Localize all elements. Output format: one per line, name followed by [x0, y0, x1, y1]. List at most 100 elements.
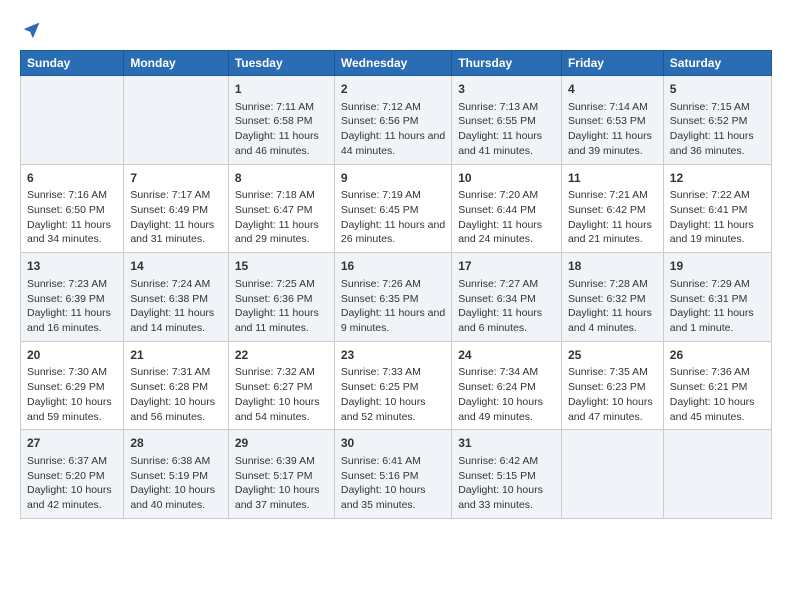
- calendar-cell: 17Sunrise: 7:27 AMSunset: 6:34 PMDayligh…: [452, 253, 562, 342]
- sunset-text: Sunset: 6:24 PM: [458, 381, 536, 393]
- sunrise-text: Sunrise: 7:21 AM: [568, 189, 648, 201]
- calendar-cell: 23 Sunrise: 7:33 AM Sunset: 6:25 PM Dayligh…: [334, 341, 451, 430]
- daylight-text: Daylight: 11 hours and 44 minutes.: [341, 130, 445, 157]
- sunrise-text: Sunrise: 7:17 AM: [130, 189, 210, 201]
- day-number: 29: [235, 435, 328, 452]
- sunrise-text: Sunrise: 7:15 AM: [670, 101, 750, 113]
- calendar-cell: 13Sunrise: 7:23 AMSunset: 6:39 PMDayligh…: [21, 253, 124, 342]
- sunset-text: Sunset: 5:16 PM: [341, 470, 419, 482]
- calendar-cell: 29Sunrise: 6:39 AMSunset: 5:17 PMDayligh…: [228, 430, 334, 519]
- header-saturday: Saturday: [663, 51, 771, 76]
- calendar-cell: 2Sunrise: 7:12 AMSunset: 6:56 PMDaylight…: [334, 76, 451, 165]
- calendar-week-1: 1Sunrise: 7:11 AMSunset: 6:58 PMDaylight…: [21, 76, 772, 165]
- sunrise-text: Sunrise: 7:26 AM: [341, 278, 421, 290]
- daylight-text: Daylight: 10 hours and 45 minutes.: [670, 396, 755, 423]
- calendar-cell: 9Sunrise: 7:19 AMSunset: 6:45 PMDaylight…: [334, 164, 451, 253]
- sunrise-text: Sunrise: 7:14 AM: [568, 101, 648, 113]
- daylight-text: Daylight: 11 hours and 4 minutes.: [568, 307, 652, 334]
- calendar-cell: 7Sunrise: 7:17 AMSunset: 6:49 PMDaylight…: [124, 164, 229, 253]
- calendar-header-row: SundayMondayTuesdayWednesdayThursdayFrid…: [21, 51, 772, 76]
- day-number: 14: [130, 258, 222, 275]
- calendar-cell: 22Sunrise: 7:32 AMSunset: 6:27 PMDayligh…: [228, 341, 334, 430]
- day-number: 23: [341, 347, 445, 364]
- day-number: 5: [670, 81, 765, 98]
- calendar-cell: [124, 76, 229, 165]
- day-number: 17: [458, 258, 555, 275]
- day-number: 7: [130, 170, 222, 187]
- day-number: 8: [235, 170, 328, 187]
- daylight-text: Daylight: 10 hours and 54 minutes.: [235, 396, 320, 423]
- sunset-text: Sunset: 5:20 PM: [27, 470, 105, 482]
- sunset-text: Sunset: 5:17 PM: [235, 470, 313, 482]
- sunset-text: Sunset: 6:25 PM: [341, 381, 419, 393]
- day-number: 25: [568, 347, 657, 364]
- day-number: 18: [568, 258, 657, 275]
- sunrise-text: Sunrise: 6:42 AM: [458, 455, 538, 467]
- daylight-text: Daylight: 11 hours and 36 minutes.: [670, 130, 754, 157]
- daylight-text: Daylight: 10 hours and 35 minutes.: [341, 484, 426, 511]
- day-number: 26: [670, 347, 765, 364]
- day-number: 13: [27, 258, 117, 275]
- sunrise-text: Sunrise: 6:39 AM: [235, 455, 315, 467]
- sunrise-text: Sunrise: 7:27 AM: [458, 278, 538, 290]
- sunset-text: Sunset: 6:29 PM: [27, 381, 105, 393]
- day-number: 9: [341, 170, 445, 187]
- day-number: 30: [341, 435, 445, 452]
- sunset-text: Sunset: 6:41 PM: [670, 204, 748, 216]
- sunset-text: Sunset: 6:36 PM: [235, 293, 313, 305]
- sunrise-text: Sunrise: 7:36 AM: [670, 366, 750, 378]
- day-number: 28: [130, 435, 222, 452]
- daylight-text: Daylight: 10 hours and 56 minutes.: [130, 396, 215, 423]
- sunrise-text: Sunrise: 7:33 AM: [341, 366, 421, 378]
- sunrise-text: Sunrise: 7:25 AM: [235, 278, 315, 290]
- sunset-text: Sunset: 6:45 PM: [341, 204, 419, 216]
- daylight-text: Daylight: 11 hours and 16 minutes.: [27, 307, 111, 334]
- day-number: 24: [458, 347, 555, 364]
- calendar-cell: 5 Sunrise: 7:15 AM Sunset: 6:52 PM Daylight…: [663, 76, 771, 165]
- logo: [20, 20, 42, 40]
- day-number: 1: [235, 81, 328, 98]
- sunset-text: Sunset: 5:19 PM: [130, 470, 208, 482]
- sunrise-text: Sunrise: 7:34 AM: [458, 366, 538, 378]
- sunrise-text: Sunrise: 7:13 AM: [458, 101, 538, 113]
- calendar-cell: [21, 76, 124, 165]
- day-number: 2: [341, 81, 445, 98]
- calendar-cell: 16Sunrise: 7:26 AMSunset: 6:35 PMDayligh…: [334, 253, 451, 342]
- calendar-cell: 30Sunrise: 6:41 AMSunset: 5:16 PMDayligh…: [334, 430, 451, 519]
- sunrise-text: Sunrise: 7:30 AM: [27, 366, 107, 378]
- daylight-text: Daylight: 10 hours and 59 minutes.: [27, 396, 112, 423]
- header-thursday: Thursday: [452, 51, 562, 76]
- day-number: 27: [27, 435, 117, 452]
- sunset-text: Sunset: 6:47 PM: [235, 204, 313, 216]
- sunrise-text: Sunrise: 7:23 AM: [27, 278, 107, 290]
- sunrise-text: Sunrise: 6:37 AM: [27, 455, 107, 467]
- sunrise-text: Sunrise: 7:31 AM: [130, 366, 210, 378]
- calendar-cell: 28Sunrise: 6:38 AMSunset: 5:19 PMDayligh…: [124, 430, 229, 519]
- sunset-text: Sunset: 6:58 PM: [235, 115, 313, 127]
- sunrise-text: Sunrise: 7:28 AM: [568, 278, 648, 290]
- daylight-text: Daylight: 11 hours and 1 minute.: [670, 307, 754, 334]
- sunset-text: Sunset: 6:42 PM: [568, 204, 646, 216]
- calendar-cell: [561, 430, 663, 519]
- sunrise-text: Sunrise: 7:20 AM: [458, 189, 538, 201]
- calendar-cell: 24Sunrise: 7:34 AMSunset: 6:24 PMDayligh…: [452, 341, 562, 430]
- calendar-table: SundayMondayTuesdayWednesdayThursdayFrid…: [20, 50, 772, 519]
- daylight-text: Daylight: 11 hours and 14 minutes.: [130, 307, 214, 334]
- daylight-text: Daylight: 11 hours and 21 minutes.: [568, 219, 652, 246]
- calendar-cell: 4Sunrise: 7:14 AMSunset: 6:53 PMDaylight…: [561, 76, 663, 165]
- calendar-week-2: 6Sunrise: 7:16 AMSunset: 6:50 PMDaylight…: [21, 164, 772, 253]
- sunset-text: Sunset: 6:56 PM: [341, 115, 419, 127]
- day-number: 22: [235, 347, 328, 364]
- daylight-text: Daylight: 10 hours and 52 minutes.: [341, 396, 426, 423]
- daylight-text: Daylight: 10 hours and 40 minutes.: [130, 484, 215, 511]
- calendar-cell: 8Sunrise: 7:18 AMSunset: 6:47 PMDaylight…: [228, 164, 334, 253]
- sunrise-text: Sunrise: 7:16 AM: [27, 189, 107, 201]
- calendar-cell: 11Sunrise: 7:21 AMSunset: 6:42 PMDayligh…: [561, 164, 663, 253]
- header-tuesday: Tuesday: [228, 51, 334, 76]
- daylight-text: Daylight: 11 hours and 39 minutes.: [568, 130, 652, 157]
- calendar-cell: 1Sunrise: 7:11 AMSunset: 6:58 PMDaylight…: [228, 76, 334, 165]
- calendar-cell: 10Sunrise: 7:20 AMSunset: 6:44 PMDayligh…: [452, 164, 562, 253]
- daylight-text: Daylight: 11 hours and 46 minutes.: [235, 130, 319, 157]
- sunset-text: Sunset: 6:52 PM: [670, 115, 748, 127]
- calendar-cell: 14Sunrise: 7:24 AMSunset: 6:38 PMDayligh…: [124, 253, 229, 342]
